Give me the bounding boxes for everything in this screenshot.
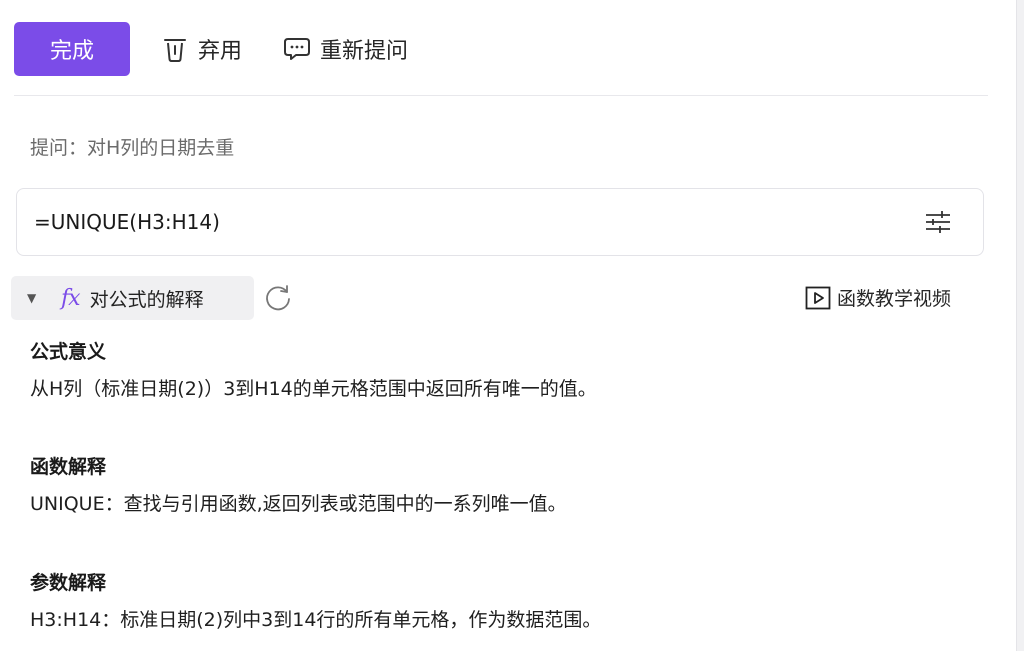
section-title-parameters: 参数解释: [30, 572, 107, 594]
explanation-toggle-label: 对公式的解释: [89, 288, 204, 311]
section-title-meaning: 公式意义: [30, 341, 107, 363]
refresh-icon[interactable]: [262, 282, 294, 314]
sliders-icon[interactable]: [923, 207, 953, 237]
done-button[interactable]: 完成: [14, 22, 130, 76]
toolbar-divider: [14, 95, 988, 96]
section-body-meaning: 从H列（标准日期(2)）3到H14的单元格范围中返回所有唯一的值。: [30, 378, 597, 400]
chat-icon: [282, 34, 312, 64]
ai-formula-panel: 完成 弃用 重新提问 提问：对H列的日期去重 =UNIQUE(H3:H14) ▼…: [0, 0, 1024, 651]
video-link-label: 函数教学视频: [837, 288, 952, 310]
trash-icon: [160, 34, 190, 64]
formula-text[interactable]: =UNIQUE(H3:H14): [34, 210, 220, 234]
reask-button[interactable]: 重新提问: [282, 22, 408, 76]
discard-label: 弃用: [198, 39, 243, 64]
play-icon: [805, 285, 831, 311]
formula-explanation-toggle[interactable]: ▼ fx 对公式的解释: [11, 276, 254, 320]
reask-label: 重新提问: [320, 39, 409, 64]
section-title-function: 函数解释: [30, 456, 107, 478]
discard-button[interactable]: 弃用: [160, 22, 242, 76]
section-body-function: UNIQUE：查找与引用函数,返回列表或范围中的一系列唯一值。: [30, 493, 567, 515]
scrollbar-track[interactable]: [1016, 0, 1024, 651]
section-body-parameters: H3:H14：标准日期(2)列中3到14行的所有单元格，作为数据范围。: [30, 609, 602, 631]
formula-box[interactable]: =UNIQUE(H3:H14): [16, 188, 984, 256]
toolbar: 完成 弃用 重新提问: [14, 22, 408, 76]
question-text: 提问：对H列的日期去重: [30, 137, 235, 159]
caret-down-icon: ▼: [27, 291, 37, 305]
function-video-link[interactable]: 函数教学视频: [805, 284, 951, 311]
fx-icon: fx: [61, 285, 81, 311]
